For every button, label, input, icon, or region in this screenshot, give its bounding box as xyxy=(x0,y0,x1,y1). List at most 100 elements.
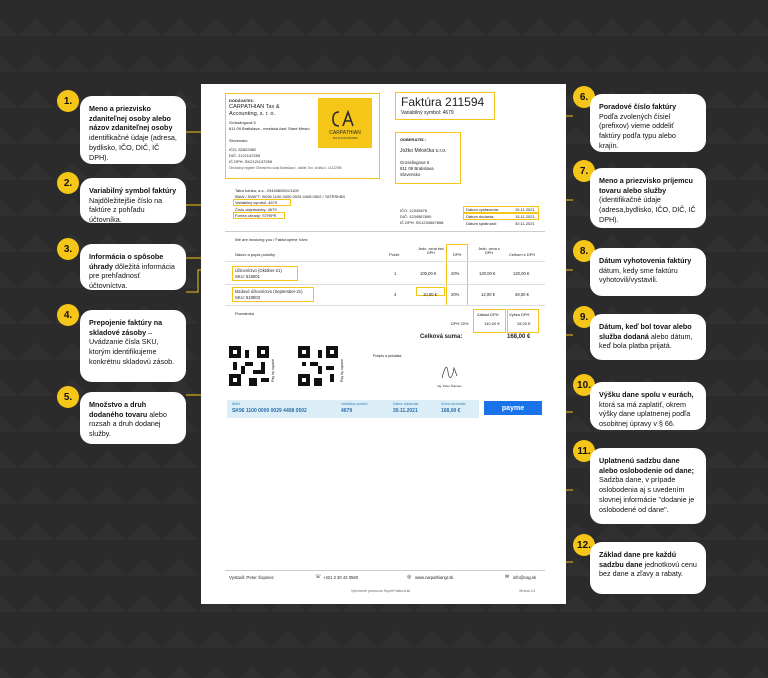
callout-number-5: 5. xyxy=(57,386,79,408)
due-date-label: Dátum splatnosti: xyxy=(466,221,497,226)
invoice-title: Faktúra 211594 xyxy=(401,95,485,109)
supplier-register: Obchodný register Okresného súdu Bratisl… xyxy=(229,166,342,170)
customer-ico: IČO: 12345678 xyxy=(400,208,428,213)
callout-number-3: 3. xyxy=(57,238,79,260)
row-divider xyxy=(225,305,545,306)
supplier-label: DODÁVATEĽ: xyxy=(229,98,255,103)
supplier-name: CARPATHIAN Tax & Accounting, s. r. o. xyxy=(229,104,280,117)
bank-info: Tatra banka, a.s.: 2944080501/1100 xyxy=(235,188,299,193)
row-1-unit: 100,00 € xyxy=(420,271,437,276)
row-1-vat: 20% xyxy=(451,271,460,276)
pay-sum-value: 168,00 € xyxy=(441,408,461,414)
row-1-unit-vat: 120,00 € xyxy=(479,271,496,276)
invoice-page: DODÁVATEĽ: CARPATHIAN Tax & Accounting, … xyxy=(201,84,566,604)
email: info@cag.sk xyxy=(513,575,537,580)
callout-2-title: Variabilný symbol faktúry xyxy=(89,186,177,195)
pay-due-value: 30.11.2021 xyxy=(393,408,418,414)
invoicing-note: We are invoicing you / Fakturujeme Vám: xyxy=(235,237,309,242)
row-2-unit: 10,00 € xyxy=(423,292,437,297)
row-2-qty: 4 xyxy=(394,292,397,297)
globe-icon: ◎ xyxy=(407,574,412,580)
callout-2-text: Najdôležitejšie číslo na faktúre z pohľa… xyxy=(89,195,163,225)
row-1-qty: 1 xyxy=(394,271,397,276)
supply-date-label: Dátum dodania: xyxy=(466,214,495,219)
row-2-unit-vat: 12,00 € xyxy=(481,292,495,297)
supplier-street: Grösslingová 5 xyxy=(229,120,256,125)
callout-2: Variabilný symbol faktúry Najdôležitejši… xyxy=(80,178,186,225)
callout-8-text: dátum, kedy sme faktúru vyhotovili/vysta… xyxy=(599,265,678,285)
logo-subtext: TAX & ACCOUNTING xyxy=(332,137,358,140)
callout-11-title: Uplatnenú sadzbu dane alebo oslobodenie … xyxy=(599,456,695,475)
signature-name: Ing. Peter Šopinec xyxy=(437,384,462,388)
callout-7-text: (identifikačné údaje (adresa,bydlisko, I… xyxy=(599,195,696,224)
callout-6-title: Poradové číslo faktúry xyxy=(599,102,677,111)
callout-6: Poradové číslo faktúry Podľa zvolených č… xyxy=(590,94,706,152)
callout-11-text: Sadzba dane, v prípade oslobodenia aj s … xyxy=(599,475,695,514)
callout-number-2: 2. xyxy=(57,172,79,194)
row-1-name: Účtovníctvo (Október-21) xyxy=(235,268,282,273)
supply-date: 15.11.2021 xyxy=(515,214,535,219)
mail-icon: ✉ xyxy=(505,574,510,580)
callout-1: Meno a priezvisko zdaniteľnej osoby aleb… xyxy=(80,96,186,164)
callout-number-4: 4. xyxy=(57,304,79,326)
pay-sum-label: Suma na úhradu xyxy=(441,402,467,406)
callout-3: Informácia o spôsobe úhrady dôležitá inf… xyxy=(80,244,186,290)
callout-number-1: 1. xyxy=(57,90,79,112)
phone: +421 2 20 42 0560 xyxy=(323,575,359,580)
company-logo: CARPATHIAN TAX & ACCOUNTING xyxy=(318,98,372,148)
callout-7-title: Meno a priezvisko príjemcu tovaru alebo … xyxy=(599,176,693,195)
pay-by-square-label-1: Pay by square xyxy=(271,359,275,382)
row-2-name: Mzdové účtovníctvo (September-21) xyxy=(235,289,303,294)
supplier-ico: IČO: 52822982 xyxy=(229,147,257,152)
vat-value: 28,00 € xyxy=(517,321,531,326)
payment-method: Forma úhrady: STRIPE xyxy=(235,213,277,218)
row-1-sku: SKU: 518001 xyxy=(235,274,260,279)
payme-button[interactable]: payme xyxy=(484,401,542,415)
total-label: Celková suma: xyxy=(420,334,463,340)
callout-4: Prepojenie faktúry na skladové zásoby – … xyxy=(80,310,186,382)
signature-mark xyxy=(441,366,458,379)
callout-5: Množstvo a druh dodaného tovaru alebo ro… xyxy=(80,392,186,444)
qr-code-pay-by-square xyxy=(229,346,269,386)
customer-city: 811 09 Bratislava xyxy=(400,166,434,171)
row-2-vat: 20% xyxy=(451,292,460,297)
callout-6-text: Podľa zvolených čísiel (prefixov) vieme … xyxy=(599,111,676,150)
customer-country: Slovensko xyxy=(400,172,421,177)
row-2-total: 48,00 € xyxy=(515,292,529,297)
callout-10-text: ktorá sa má zaplatiť, okrem výšky dane u… xyxy=(599,399,691,429)
generated-by: Vytvorené pomocou SuperFaktura.sk xyxy=(351,589,411,593)
pay-iban-value: SK96 1100 0000 0029 4408 0502 xyxy=(232,408,307,414)
row-divider xyxy=(225,284,545,285)
invoice-vs-header: Variabilný symbol: 4679 xyxy=(401,110,454,116)
due-date: 30.11.2021 xyxy=(515,221,535,226)
phone-icon: ☏ xyxy=(315,574,322,580)
supplier-icdph: IČ DPH: SK2121147259 xyxy=(229,159,273,164)
vat-rate: DPH 20% xyxy=(451,321,469,326)
pay-vs-label: Variabilný symbol xyxy=(341,402,368,406)
supplier-dic: DIČ: 2121147259 xyxy=(229,153,261,158)
pay-due-label: Dátum splatnosti xyxy=(393,402,419,406)
vs-line: Variabilný symbol: 4679 xyxy=(235,200,278,205)
footer-divider xyxy=(225,570,545,571)
callout-11: Uplatnenú sadzbu dane alebo oslobodenie … xyxy=(590,448,706,524)
th-qty: Počet xyxy=(389,252,400,257)
customer-label: ODBERATEĽ: xyxy=(400,137,426,142)
callout-5-title: Množstvo a druh dodaného tovaru xyxy=(89,400,148,419)
callout-10-title: Výšku dane spolu v eurách, xyxy=(599,390,694,399)
divider xyxy=(225,231,545,232)
customer-street: Grosslingova 5 xyxy=(400,160,430,165)
callout-10: Výšku dane spolu v eurách, ktorá sa má z… xyxy=(590,382,706,430)
page-number: Strana 1/1 xyxy=(519,589,536,593)
website: www.carpathiangr.sk xyxy=(415,575,454,580)
callout-1-text: identifikačné údaje (adresa, bydlisko, I… xyxy=(89,133,177,162)
customer-icdph: IČ DPH: SK1234567898 xyxy=(400,220,444,225)
supplier-city: 811 09 Bratislava - mestská časť Staré M… xyxy=(229,126,310,131)
total-value: 168,00 € xyxy=(507,334,531,340)
pay-by-square-label-2: Pay by square xyxy=(340,359,344,382)
callout-9: Dátum, keď bol tovar alebo služba dodaná… xyxy=(590,314,706,360)
note-label: Poznámka xyxy=(235,311,254,316)
row-2-sku: SKU: 518003 xyxy=(235,295,260,300)
pay-iban-label: IBAN xyxy=(232,402,240,406)
callout-8: Dátum vyhotovenia faktúry dátum, kedy sm… xyxy=(590,248,706,296)
issued-by: Vystavil: Peter Šopinec xyxy=(229,575,274,580)
